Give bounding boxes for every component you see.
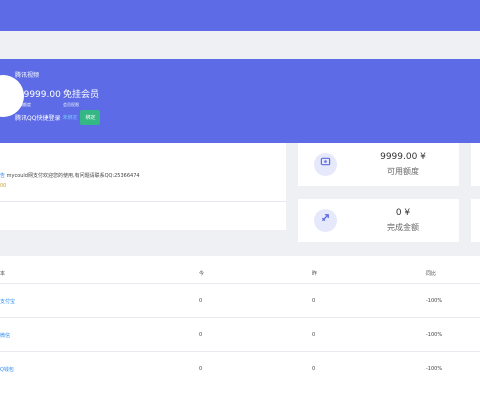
channel-name-link[interactable]: 支付宝 bbox=[0, 298, 15, 305]
column-header-today: 今 bbox=[199, 271, 205, 277]
table-row: 支付宝 0 0 -100% bbox=[0, 283, 480, 318]
table-row: Q钱包 0 0 -100% bbox=[0, 351, 480, 386]
today-value: 0 bbox=[199, 366, 203, 372]
balance-value: ¥ 9999.00 bbox=[15, 90, 61, 100]
today-value: 0 bbox=[199, 298, 203, 304]
rocket-icon bbox=[314, 209, 337, 232]
username: 腾讯视频 bbox=[15, 72, 40, 79]
membership-value: 免挂会员 bbox=[63, 90, 100, 100]
completed-amount-value: 0 ¥ bbox=[395, 208, 411, 218]
completed-amount-label: 完成金额 bbox=[387, 223, 419, 232]
today-value: 0 bbox=[199, 332, 203, 338]
balance-label: 店铺额度 bbox=[15, 102, 31, 107]
yoy-value: -100% bbox=[426, 298, 443, 304]
side-card bbox=[471, 199, 480, 242]
notice-line-2: 00 bbox=[0, 183, 7, 189]
qq-status: 未绑定 bbox=[62, 114, 78, 121]
side-card bbox=[471, 143, 480, 186]
channel-table: 本 今 昨 同比 支付宝 0 0 -100% 微信 0 0 -100% Q钱包 … bbox=[0, 256, 480, 400]
notice-prefix: 告 bbox=[0, 173, 6, 179]
channel-name-link[interactable]: Q钱包 bbox=[0, 366, 14, 373]
notice-panel: 告 mycould网支付欢迎您的使用,有问题请联系QQ:25366474 00 bbox=[0, 143, 286, 230]
yesterday-value: 0 bbox=[312, 332, 316, 338]
channel-name-link[interactable]: 微信 bbox=[0, 332, 10, 339]
yesterday-value: 0 bbox=[312, 366, 316, 372]
completed-amount-card: 0 ¥ 完成金额 bbox=[298, 199, 459, 242]
notice-text: mycould网支付欢迎您的使用,有问题请联系QQ:25366474 bbox=[6, 173, 140, 179]
column-header-yoy: 同比 bbox=[426, 271, 437, 277]
available-balance-label: 可用额度 bbox=[387, 167, 419, 176]
yesterday-value: 0 bbox=[312, 298, 316, 304]
qq-login-text: 腾讯QQ快捷登录 bbox=[15, 114, 61, 122]
yoy-value: -100% bbox=[426, 366, 443, 372]
membership-stat: 免挂会员 会员权限 bbox=[63, 90, 99, 108]
available-balance-value: 9999.00 ¥ bbox=[380, 152, 426, 162]
notice-divider bbox=[0, 201, 286, 202]
column-header-yesterday: 昨 bbox=[312, 271, 318, 277]
notice-line: 告 mycould网支付欢迎您的使用,有问题请联系QQ:25366474 bbox=[0, 172, 140, 179]
column-header-name: 本 bbox=[0, 271, 6, 277]
profile-banner: 腾讯视频 ¥ 9999.00 店铺额度 免挂会员 会员权限 腾讯QQ快捷登录 未… bbox=[0, 59, 480, 143]
balance-stat: ¥ 9999.00 店铺额度 bbox=[15, 90, 61, 108]
qq-login-row: 腾讯QQ快捷登录 未绑定 绑定 bbox=[15, 109, 101, 125]
top-navbar bbox=[0, 0, 480, 31]
bind-button[interactable]: 绑定 bbox=[80, 109, 101, 125]
table-row: 微信 0 0 -100% bbox=[0, 317, 480, 352]
available-balance-card: 9999.00 ¥ 可用额度 bbox=[298, 143, 459, 186]
yoy-value: -100% bbox=[426, 332, 443, 338]
membership-label: 会员权限 bbox=[63, 102, 79, 107]
wallet-icon bbox=[314, 153, 337, 176]
